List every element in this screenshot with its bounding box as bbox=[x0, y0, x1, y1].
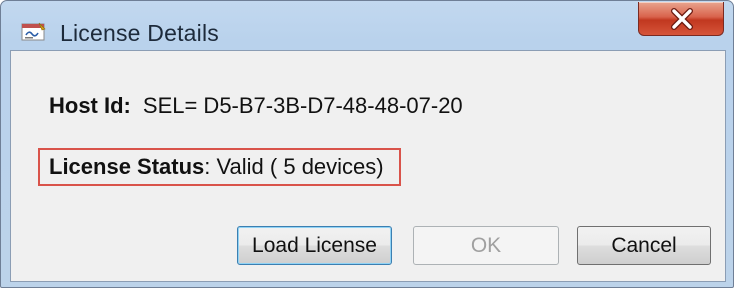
license-app-icon bbox=[21, 21, 47, 43]
host-id-row: Host Id: SEL= D5-B7-3B-D7-48-48-07-20 bbox=[49, 93, 463, 119]
close-button[interactable] bbox=[638, 2, 724, 36]
license-status-row: License Status: Valid ( 5 devices) bbox=[49, 154, 384, 180]
license-status-label: License Status bbox=[49, 154, 205, 179]
license-status-value: : Valid ( 5 devices) bbox=[204, 154, 384, 179]
close-icon bbox=[671, 8, 693, 30]
cancel-button[interactable]: Cancel bbox=[577, 226, 711, 265]
window-title: License Details bbox=[60, 20, 219, 46]
license-details-window: License Details Host Id: SEL= D5-B7-3B-D7… bbox=[0, 0, 734, 288]
title-bar[interactable]: License Details bbox=[1, 1, 733, 46]
host-id-label: Host Id: bbox=[49, 93, 131, 118]
dialog-body: Host Id: SEL= D5-B7-3B-D7-48-48-07-20 Lic… bbox=[10, 50, 726, 282]
ok-button[interactable]: OK bbox=[413, 226, 559, 265]
host-id-value: SEL= D5-B7-3B-D7-48-48-07-20 bbox=[142, 93, 463, 118]
load-license-button[interactable]: Load License bbox=[237, 226, 392, 265]
